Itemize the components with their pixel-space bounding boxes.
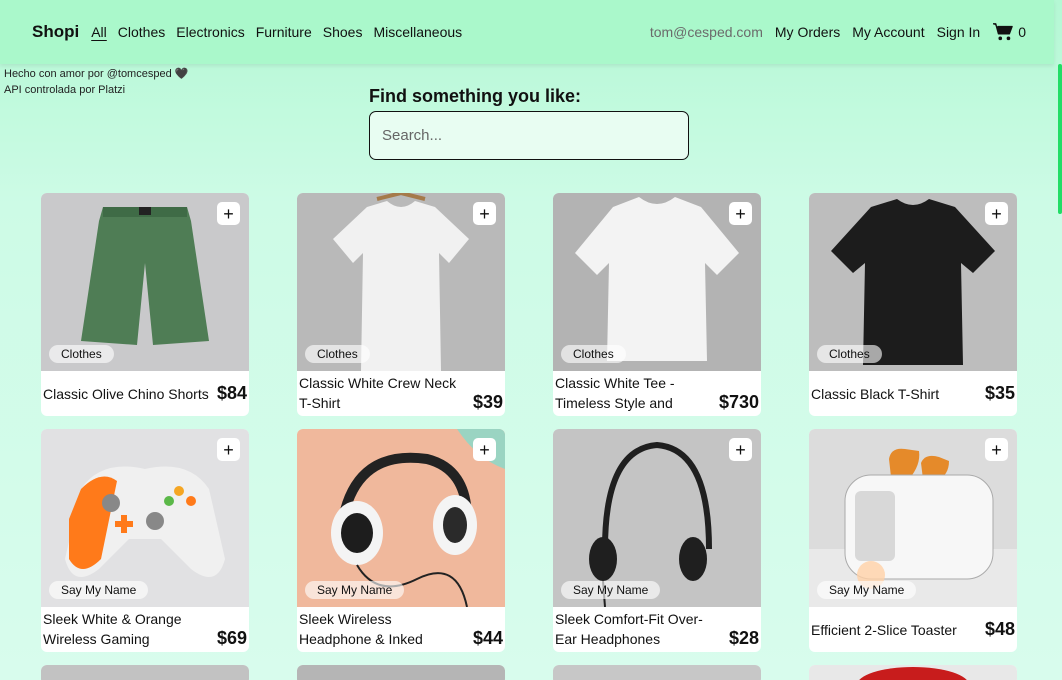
product-image: + Say My Name [41, 429, 249, 607]
category-tag: Clothes [49, 345, 114, 363]
cart-button[interactable]: 0 [992, 22, 1026, 42]
product-image [41, 665, 249, 680]
product-price: $35 [984, 383, 1015, 403]
nav-left: Shopi All Clothes Electronics Furniture … [32, 22, 473, 42]
add-to-cart-button[interactable]: + [473, 438, 496, 461]
product-title: Sleek White & Orange Wireless Gaming [43, 611, 182, 647]
category-tag: Say My Name [305, 581, 405, 599]
product-card-partial[interactable] [553, 665, 761, 680]
product-title: Sleek Wireless Headphone & Inked [299, 611, 423, 647]
product-card[interactable]: + Say My Name Sleek Wireless Headphone &… [297, 429, 505, 652]
product-image: + Clothes [553, 193, 761, 371]
search-input[interactable] [369, 111, 689, 160]
product-price: $730 [718, 392, 759, 412]
category-tag: Clothes [561, 345, 626, 363]
product-price: $28 [728, 628, 759, 648]
product-image [297, 665, 505, 680]
product-image: + Clothes [41, 193, 249, 371]
product-image: + Clothes [809, 193, 1017, 371]
shopping-cart-icon [993, 23, 1013, 41]
nav-category-clothes[interactable]: Clothes [118, 24, 165, 40]
product-price: $84 [216, 383, 247, 403]
category-tag: Clothes [817, 345, 882, 363]
product-title: Classic Olive Chino Shorts [43, 385, 209, 402]
product-info: Classic White Tee - Timeless Style and $… [553, 371, 761, 416]
nav-category-shoes[interactable]: Shoes [323, 24, 363, 40]
credits: Hecho con amor por @tomcesped 🖤 API cont… [4, 66, 188, 98]
search-section: Find something you like: [369, 86, 689, 160]
category-tag: Say My Name [817, 581, 917, 599]
product-title: Classic White Tee - Timeless Style and [555, 375, 675, 411]
product-info: Sleek White & Orange Wireless Gaming $69 [41, 607, 249, 652]
add-to-cart-button[interactable]: + [985, 202, 1008, 225]
product-card[interactable]: + Say My Name Efficient 2-Slice Toaster … [809, 429, 1017, 652]
product-card[interactable]: + Say My Name Sleek Comfort-Fit Over-Ear… [553, 429, 761, 652]
add-to-cart-button[interactable]: + [729, 438, 752, 461]
nav-category-all[interactable]: All [91, 24, 107, 40]
product-title: Efficient 2-Slice Toaster [811, 621, 957, 638]
product-image [553, 665, 761, 680]
product-image: + Say My Name [553, 429, 761, 607]
red-product-image [859, 667, 967, 680]
product-info: Classic Olive Chino Shorts $84 [41, 371, 249, 416]
user-email: tom@cesped.com [649, 24, 763, 40]
product-card[interactable]: + Say My Name Sleek White & Orange Wirel… [41, 429, 249, 652]
nav-right: tom@cesped.com My Orders My Account Sign… [650, 22, 1026, 42]
product-card[interactable]: + Clothes Classic White Tee - Timeless S… [553, 193, 761, 416]
nav-category-electronics[interactable]: Electronics [176, 24, 244, 40]
product-card-partial[interactable] [297, 665, 505, 680]
product-info: Sleek Comfort-Fit Over-Ear Headphones $2… [553, 607, 761, 652]
category-tag: Clothes [305, 345, 370, 363]
credits-author: Hecho con amor por @tomcesped 🖤 [4, 68, 189, 80]
nav-category-miscellaneous[interactable]: Miscellaneous [373, 24, 462, 40]
product-card[interactable]: + Clothes Classic Black T-Shirt $35 [809, 193, 1017, 416]
add-to-cart-button[interactable]: + [217, 438, 240, 461]
navbar: Shopi All Clothes Electronics Furniture … [0, 0, 1054, 64]
product-title: Classic White Crew Neck T-Shirt [299, 375, 457, 411]
product-title: Sleek Comfort-Fit Over-Ear Headphones [555, 611, 703, 647]
product-info: Sleek Wireless Headphone & Inked $44 [297, 607, 505, 652]
my-orders-link[interactable]: My Orders [775, 24, 840, 40]
product-price: $44 [472, 628, 503, 648]
add-to-cart-button[interactable]: + [217, 202, 240, 225]
my-account-link[interactable]: My Account [852, 24, 924, 40]
product-info: Classic White Crew Neck T-Shirt $39 [297, 371, 505, 416]
add-to-cart-button[interactable]: + [729, 202, 752, 225]
sign-in-link[interactable]: Sign In [937, 24, 981, 40]
scrollbar-thumb[interactable] [1058, 64, 1062, 214]
product-info: Classic Black T-Shirt $35 [809, 371, 1017, 416]
product-image: + Say My Name [809, 429, 1017, 607]
product-card[interactable]: + Clothes Classic White Crew Neck T-Shir… [297, 193, 505, 416]
cart-count: 0 [1018, 24, 1026, 40]
product-price: $48 [984, 619, 1015, 639]
brand-logo[interactable]: Shopi [32, 22, 79, 42]
credits-api: API controlada por Platzi [4, 84, 126, 96]
product-info: Efficient 2-Slice Toaster $48 [809, 607, 1017, 652]
add-to-cart-button[interactable]: + [985, 438, 1008, 461]
product-price: $39 [472, 392, 503, 412]
product-image: + Say My Name [297, 429, 505, 607]
product-card-partial[interactable] [41, 665, 249, 680]
product-image: + Clothes [297, 193, 505, 371]
product-image [809, 665, 1017, 680]
product-price: $69 [216, 628, 247, 648]
product-title: Classic Black T-Shirt [811, 385, 940, 402]
nav-category-furniture[interactable]: Furniture [256, 24, 312, 40]
search-title: Find something you like: [369, 86, 582, 106]
product-card[interactable]: + Clothes Classic Olive Chino Shorts $84 [41, 193, 249, 416]
add-to-cart-button[interactable]: + [473, 202, 496, 225]
product-card-partial[interactable] [809, 665, 1017, 680]
category-tag: Say My Name [49, 581, 149, 599]
category-tag: Say My Name [561, 581, 661, 599]
